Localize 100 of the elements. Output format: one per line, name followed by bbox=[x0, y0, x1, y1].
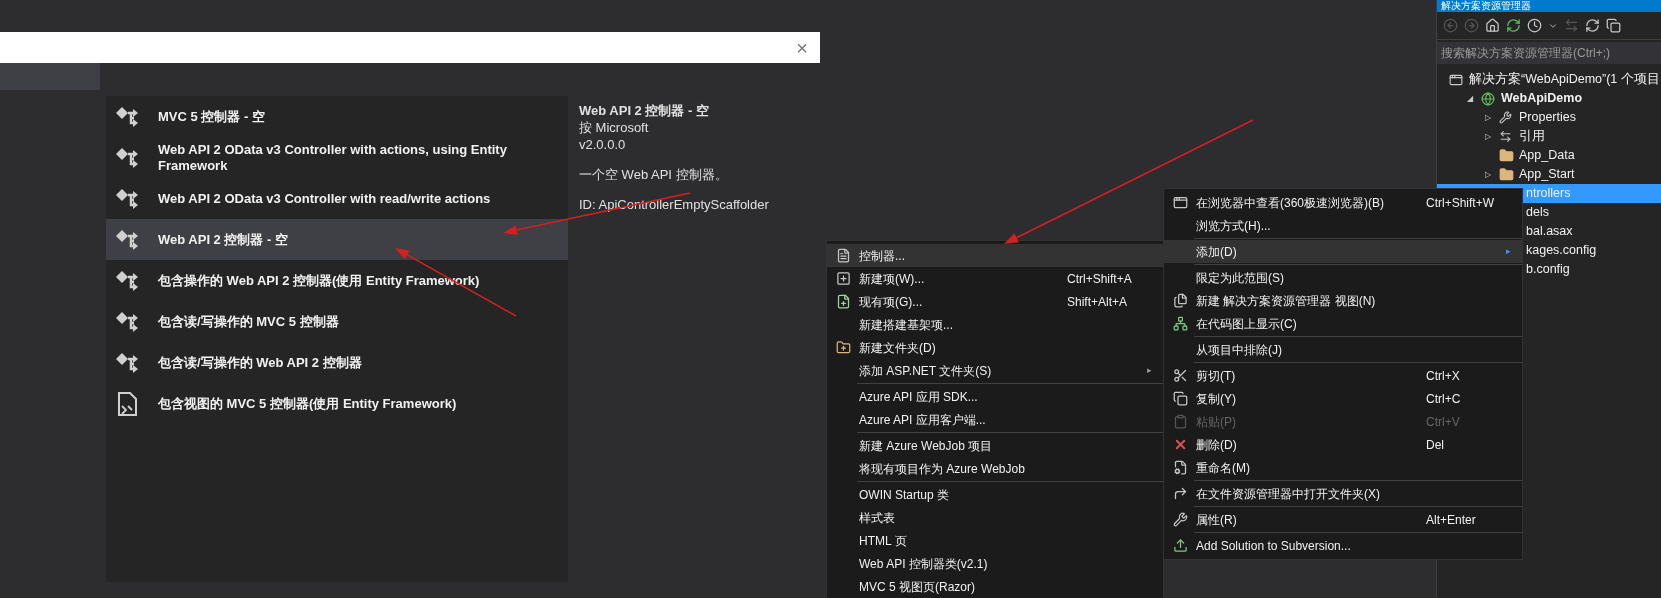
template-item[interactable]: 包含视图的 MVC 5 控制器(使用 Entity Framework) bbox=[106, 383, 568, 424]
menu-item[interactable]: 剪切(T) Ctrl+X bbox=[1164, 364, 1522, 387]
menu-item-label: HTML 页 bbox=[859, 532, 908, 550]
menu-item-label: Web API 控制器类(v2.1) bbox=[859, 555, 989, 573]
menu-item[interactable]: 删除(D) Del bbox=[1164, 433, 1522, 456]
menu-item[interactable]: 新建搭建基架项... bbox=[827, 313, 1163, 336]
wrench-icon bbox=[1499, 111, 1512, 124]
tree-item-label: bal.asax bbox=[1526, 223, 1573, 241]
tree-item[interactable]: ◢ WebApiDemo bbox=[1437, 89, 1661, 108]
menu-item-label: Azure API 应用客户端... bbox=[859, 411, 987, 429]
menu-item-label: 添加(D) bbox=[1196, 243, 1238, 261]
menu-item-label: 重命名(M) bbox=[1196, 459, 1251, 477]
submenu-arrow: ▸ bbox=[1147, 364, 1152, 375]
tree-item-label: WebApiDemo bbox=[1501, 90, 1583, 108]
template-item[interactable]: MVC 5 控制器 - 空 bbox=[106, 96, 568, 137]
clock-icon[interactable] bbox=[1527, 18, 1542, 33]
tree-item-label: ntrollers bbox=[1526, 185, 1571, 203]
menu-item[interactable]: 新建 解决方案资源管理器 视图(N) bbox=[1164, 289, 1522, 312]
template-label: 包含视图的 MVC 5 控制器(使用 Entity Framework) bbox=[158, 395, 457, 412]
refresh-icon[interactable] bbox=[1585, 18, 1600, 33]
menu-item-label: 新建项(W)... bbox=[859, 270, 926, 288]
tree-item-label: 解决方案“WebApiDemo”(1 个项目 bbox=[1469, 71, 1660, 89]
menu-item[interactable]: 添加(D) ▸ bbox=[1164, 240, 1522, 263]
menu-item[interactable]: 从项目中排除(J) bbox=[1164, 338, 1522, 361]
menu-item[interactable]: Azure API 应用客户端... bbox=[827, 408, 1163, 431]
menu-item-label: 新建 Azure WebJob 项目 bbox=[859, 437, 994, 455]
menu-item[interactable]: 添加 ASP.NET 文件夹(S) ▸ bbox=[827, 359, 1163, 382]
menu-item-label: 在文件资源管理器中打开文件夹(X) bbox=[1196, 485, 1381, 503]
menu-item[interactable]: 控制器... bbox=[827, 244, 1163, 267]
menu-item[interactable]: Add Solution to Subversion... bbox=[1164, 534, 1522, 557]
folder-icon bbox=[1499, 148, 1514, 163]
template-item[interactable]: 包含读/写操作的 MVC 5 控制器 bbox=[106, 301, 568, 342]
menu-item[interactable]: 新建项(W)... Ctrl+Shift+A bbox=[827, 267, 1163, 290]
template-label: 包含读/写操作的 MVC 5 控制器 bbox=[158, 313, 339, 330]
template-label: MVC 5 控制器 - 空 bbox=[158, 108, 265, 125]
template-item[interactable]: 包含读/写操作的 Web API 2 控制器 bbox=[106, 342, 568, 383]
folder-icon bbox=[1499, 167, 1514, 182]
menu-item-label: 剪切(T) bbox=[1196, 367, 1237, 385]
tree-item-label: b.config bbox=[1526, 261, 1570, 279]
menu-item[interactable]: 限定为此范围(S) bbox=[1164, 266, 1522, 289]
tree-item-label: Properties bbox=[1519, 109, 1576, 127]
menu-item-label: 将现有项目作为 Azure WebJob bbox=[859, 460, 1026, 478]
windows-icon[interactable] bbox=[1606, 18, 1621, 33]
expander-icon[interactable]: ◢ bbox=[1467, 92, 1473, 105]
expander-icon[interactable]: ▷ bbox=[1485, 130, 1491, 143]
close-button[interactable]: × bbox=[792, 37, 812, 58]
tree-item[interactable]: 解决方案“WebApiDemo”(1 个项目 bbox=[1437, 70, 1661, 89]
shortcut-label: Alt+Enter bbox=[1426, 511, 1477, 529]
template-item[interactable]: Web API 2 OData v3 Controller with actions, using Entity Framework bbox=[106, 137, 568, 178]
search-field[interactable]: 搜索解决方案资源管理器(Ctrl+;) bbox=[1437, 42, 1661, 64]
web-project-icon bbox=[1481, 91, 1495, 106]
references-icon bbox=[1499, 130, 1512, 143]
menu-item[interactable]: 样式表 bbox=[827, 506, 1163, 529]
wrench-icon bbox=[1172, 512, 1188, 527]
menu-item-label: 新建文件夹(D) bbox=[859, 339, 937, 357]
menu-item[interactable]: 在代码图上显示(C) bbox=[1164, 312, 1522, 335]
menu-item[interactable]: MVC 5 视图页(Razor) bbox=[827, 575, 1163, 598]
cut-icon bbox=[1172, 368, 1188, 383]
paste-icon bbox=[1172, 414, 1188, 429]
menu-item[interactable]: 新建文件夹(D) bbox=[827, 336, 1163, 359]
menu-item[interactable]: 复制(Y) Ctrl+C bbox=[1164, 387, 1522, 410]
template-label: Web API 2 OData v3 Controller with actions, using Entity Framework bbox=[158, 141, 508, 174]
template-item[interactable]: Web API 2 控制器 - 空 bbox=[106, 219, 568, 260]
tree-item[interactable]: ▷ 引用 bbox=[1437, 127, 1661, 146]
menu-item[interactable]: 重命名(M) bbox=[1164, 456, 1522, 479]
expander-icon[interactable]: ▷ bbox=[1485, 168, 1491, 181]
template-label: 包含读/写操作的 Web API 2 控制器 bbox=[158, 354, 362, 371]
solution-icon bbox=[1449, 72, 1463, 87]
new-item-icon bbox=[835, 271, 851, 286]
tree-item[interactable]: App_Data bbox=[1437, 146, 1661, 165]
menu-item-label: Azure API 应用 SDK... bbox=[859, 388, 979, 406]
home-icon[interactable] bbox=[1485, 18, 1500, 33]
panel-title: 解决方案资源管理器 bbox=[1441, 1, 1531, 11]
template-item[interactable]: Web API 2 OData v3 Controller with read/write actions bbox=[106, 178, 568, 219]
menu-item-label: 从项目中排除(J) bbox=[1196, 341, 1283, 359]
menu-item[interactable]: 属性(R) Alt+Enter bbox=[1164, 508, 1522, 531]
menu-item[interactable]: 将现有项目作为 Azure WebJob bbox=[827, 457, 1163, 480]
menu-item[interactable]: Azure API 应用 SDK... bbox=[827, 385, 1163, 408]
sync-icon[interactable] bbox=[1506, 18, 1521, 33]
new-folder-icon bbox=[835, 340, 851, 355]
expander-icon[interactable]: ▷ bbox=[1485, 111, 1491, 124]
menu-item-label: 粘贴(P) bbox=[1196, 413, 1237, 431]
controller-file-icon bbox=[835, 248, 851, 263]
menu-item[interactable]: HTML 页 bbox=[827, 529, 1163, 552]
menu-item-label: 现有项(G)... bbox=[859, 293, 924, 311]
menu-item[interactable]: 在文件资源管理器中打开文件夹(X) bbox=[1164, 482, 1522, 505]
menu-item[interactable]: 现有项(G)... Shift+Alt+A bbox=[827, 290, 1163, 313]
tree-item[interactable]: ▷ Properties bbox=[1437, 108, 1661, 127]
menu-item[interactable]: Web API 控制器类(v2.1) bbox=[827, 552, 1163, 575]
menu-item-label: 属性(R) bbox=[1196, 511, 1238, 529]
template-title: Web API 2 控制器 - 空 bbox=[579, 102, 710, 119]
menu-item-label: 在浏览器中查看(360极速浏览器)(B) bbox=[1196, 194, 1385, 212]
menu-item[interactable]: 浏览方式(H)... bbox=[1164, 214, 1522, 237]
shortcut-label: Ctrl+C bbox=[1426, 390, 1462, 408]
shortcut-label: Ctrl+V bbox=[1426, 413, 1461, 431]
description-text: 一个空 Web API 控制器。 bbox=[579, 166, 729, 183]
menu-item[interactable]: OWIN Startup 类 bbox=[827, 483, 1163, 506]
menu-item[interactable]: 新建 Azure WebJob 项目 bbox=[827, 434, 1163, 457]
template-label: Web API 2 OData v3 Controller with read/write actions bbox=[158, 190, 491, 207]
tree-item[interactable]: ▷ App_Start bbox=[1437, 165, 1661, 184]
